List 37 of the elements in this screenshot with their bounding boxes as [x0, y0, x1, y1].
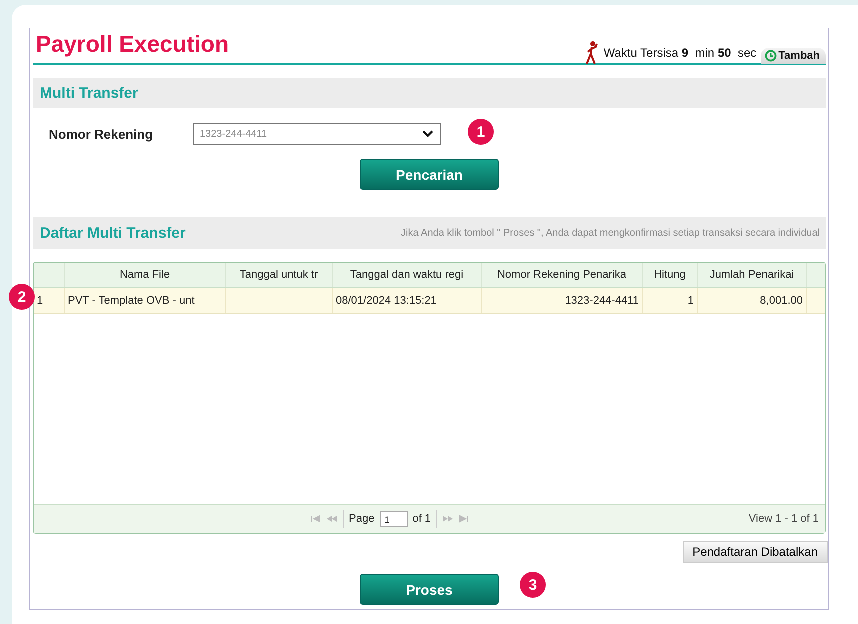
clock-icon: [764, 50, 777, 62]
previous-page-icon[interactable]: [326, 515, 338, 523]
section-title: Multi Transfer: [40, 84, 138, 102]
account-select[interactable]: 1323-244-4411: [193, 123, 441, 145]
next-page-icon[interactable]: [442, 515, 454, 523]
process-button[interactable]: Proses: [360, 574, 499, 605]
last-page-icon[interactable]: [459, 515, 470, 523]
table-cell: 08/01/2024 13:15:21: [333, 288, 482, 313]
record-count: View 1 - 1 of 1: [748, 513, 819, 525]
search-button[interactable]: Pencarian: [360, 159, 499, 190]
column-header[interactable]: Jumlah Penarikai: [698, 263, 807, 287]
runner-icon: [584, 41, 600, 65]
table-cell: PVT - Template OVB - unt: [65, 288, 226, 313]
page-label: Page: [349, 513, 375, 525]
first-page-icon[interactable]: [311, 515, 321, 523]
cancel-registration-button[interactable]: Pendaftaran Dibatalkan: [682, 541, 828, 563]
column-header[interactable]: Nomor Rekening Penarika: [482, 263, 643, 287]
time-remaining: Waktu Tersisa 9 min 50 sec: [604, 46, 757, 62]
column-header[interactable]: Tanggal dan waktu regi: [333, 263, 482, 287]
column-header[interactable]: Tanggal untuk tr: [226, 263, 333, 287]
hint-text: Jika Anda klik tombol " Proses ", Anda dapat mengkonfirmasi setiap transaksi secara individual: [401, 228, 820, 238]
step-marker: 3: [520, 572, 546, 598]
page-count: of 1: [412, 513, 432, 525]
step-marker: 2: [9, 284, 35, 310]
chevron-down-icon: [422, 130, 434, 138]
extend-time-button[interactable]: Tambah: [760, 48, 826, 64]
page-title: Payroll Execution: [35, 31, 230, 59]
table-row[interactable]: 1 PVT - Template OVB - unt 08/01/2024 13:15:21 1323-244-4411 1 8,001.00: [34, 288, 825, 314]
page-input[interactable]: 1: [380, 511, 408, 527]
step-marker: 1: [468, 119, 494, 145]
table-cell: 1323-244-4411: [482, 288, 643, 313]
column-header[interactable]: Hitung: [643, 263, 698, 287]
column-header[interactable]: Nama File: [65, 263, 226, 287]
table-cell: 1: [643, 288, 698, 313]
section-title: Daftar Multi Transfer: [40, 224, 186, 242]
table-cell: 8,001.00: [698, 288, 807, 313]
field-label: Nomor Rekening: [49, 126, 154, 142]
